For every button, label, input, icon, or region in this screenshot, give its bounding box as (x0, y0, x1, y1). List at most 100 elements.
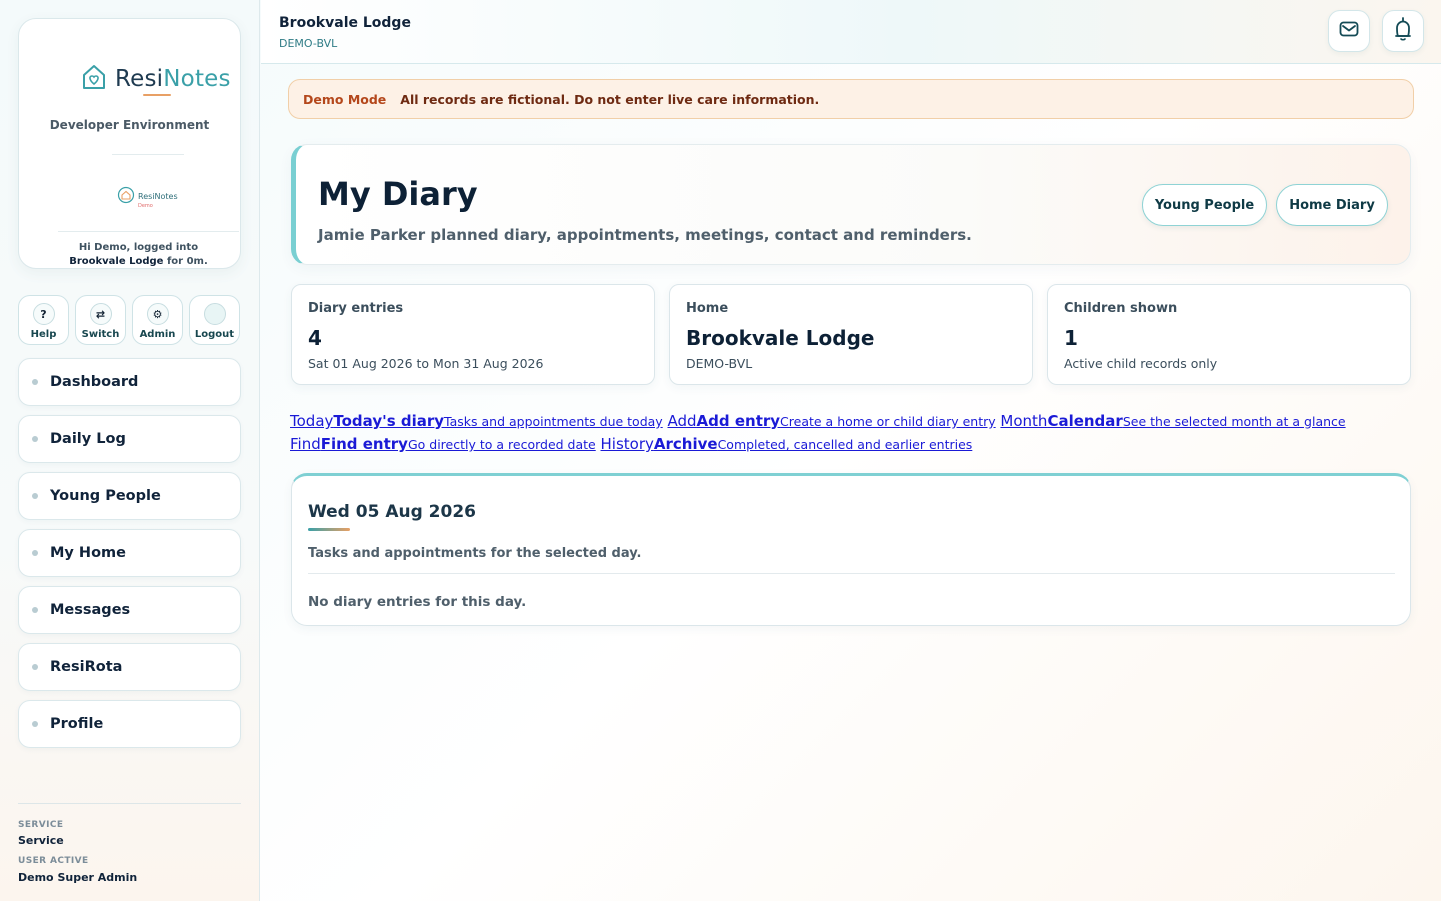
nav-item-profile[interactable]: Profile (18, 700, 241, 748)
topbar: Brookvale Lodge DEMO-BVL (261, 0, 1441, 64)
stat-value: Brookvale Lodge (686, 326, 875, 350)
login-suffix: for 0m. (163, 256, 208, 267)
bullet-icon (32, 379, 38, 385)
messages-button[interactable] (1328, 10, 1370, 52)
quick-actions: ? Help ⇄ Switch ⚙ Admin Logout (18, 295, 240, 345)
stat-note: Active child records only (1064, 356, 1218, 371)
nav-item-label: ResiRota (50, 659, 123, 675)
selected-day-title: Wed 05 Aug 2026 (308, 502, 476, 522)
link-desc: Completed, cancelled and earlier entries (717, 437, 973, 452)
link-desc: Create a home or child diary entry (780, 414, 996, 429)
brand-card: ResiNotes Developer Environment ResiNote… (18, 18, 241, 269)
link-calendar[interactable]: MonthCalendarSee the selected month at a… (1000, 412, 1345, 430)
nav-item-young-people[interactable]: Young People (18, 472, 241, 520)
brand-name: ResiNotes (115, 66, 231, 92)
bullet-icon (32, 493, 38, 499)
divider (18, 803, 241, 804)
login-status: Hi Demo, logged into Brookvale Lodge for… (59, 241, 218, 269)
brand-name-part1: Resi (115, 66, 164, 92)
link-word: Add (667, 412, 697, 430)
mail-icon (1339, 21, 1359, 41)
nav-item-daily-log[interactable]: Daily Log (18, 415, 241, 463)
stat-card-home: Home Brookvale Lodge DEMO-BVL (669, 284, 1033, 385)
divider (58, 231, 239, 232)
stat-card-children-shown: Children shown 1 Active child records on… (1047, 284, 1411, 385)
link-desc: See the selected month at a glance (1122, 414, 1346, 429)
link-today[interactable]: TodayToday's diaryTasks and appointments… (290, 412, 663, 430)
nav-item-label: My Home (50, 545, 126, 561)
bullet-icon (32, 550, 38, 556)
switch-icon: ⇄ (89, 303, 112, 325)
help-button[interactable]: ? Help (18, 295, 69, 345)
link-desc: Go directly to a recorded date (407, 437, 596, 452)
stat-value: 1 (1064, 326, 1078, 350)
stat-caption: Home (686, 301, 729, 316)
nav-item-label: Messages (50, 602, 131, 618)
nav-item-label: Dashboard (50, 374, 139, 390)
title-underline (308, 528, 350, 531)
link-desc: Tasks and appointments due today (444, 414, 663, 429)
home-title: Brookvale Lodge (279, 15, 411, 31)
stat-value: 4 (308, 326, 322, 350)
user-active-caption: USER ACTIVE (18, 856, 89, 866)
brand-underline (143, 94, 171, 96)
link-title: Today's diary (333, 412, 445, 430)
link-title: Archive (653, 435, 718, 453)
link-title: Add entry (696, 412, 781, 430)
bullet-icon (32, 436, 38, 442)
logout-icon (203, 303, 226, 325)
login-prefix: Hi Demo, logged into (78, 242, 199, 253)
link-word: Find (290, 435, 321, 453)
nav-item-label: Young People (50, 488, 161, 504)
gear-icon: ⚙ (146, 303, 169, 325)
selected-day-subtitle: Tasks and appointments for the selected … (308, 546, 642, 561)
stat-card-diary-entries: Diary entries 4 Sat 01 Aug 2026 to Mon 3… (291, 284, 655, 385)
demo-mode-banner: Demo Mode All records are fictional. Do … (288, 79, 1414, 119)
bell-icon (1394, 16, 1412, 46)
environment-label: Developer Environment (49, 118, 210, 132)
selected-day-panel: Wed 05 Aug 2026 Tasks and appointments f… (291, 473, 1411, 626)
link-word: Today (290, 412, 334, 430)
sidebar: ResiNotes Developer Environment ResiNote… (0, 0, 260, 901)
service-value: Service (18, 834, 64, 847)
young-people-button[interactable]: Young People (1142, 184, 1267, 226)
page-subtitle: Jamie Parker planned diary, appointments… (318, 226, 972, 244)
brand-logo[interactable]: ResiNotes (81, 63, 231, 95)
link-word: Month (1000, 412, 1048, 430)
nav-item-resirota[interactable]: ResiRota (18, 643, 241, 691)
mini-logo-sub: Demo (138, 203, 153, 209)
notifications-button[interactable] (1382, 10, 1424, 52)
empty-state-message: No diary entries for this day. (308, 594, 527, 610)
link-find-entry[interactable]: FindFind entryGo directly to a recorded … (290, 435, 596, 453)
logout-label: Logout (194, 329, 235, 340)
nav-item-messages[interactable]: Messages (18, 586, 241, 634)
switch-button[interactable]: ⇄ Switch (75, 295, 126, 345)
bullet-icon (32, 721, 38, 727)
user-active-value: Demo Super Admin (18, 871, 138, 884)
stat-caption: Diary entries (308, 301, 404, 316)
nav-item-dashboard[interactable]: Dashboard (18, 358, 241, 406)
admin-label: Admin (139, 329, 176, 340)
main-nav: Dashboard Daily Log Young People My Home… (18, 358, 241, 757)
link-archive[interactable]: HistoryArchiveCompleted, cancelled and e… (601, 435, 973, 453)
help-icon: ? (32, 303, 55, 325)
divider (112, 154, 184, 155)
mini-house-icon (117, 186, 135, 208)
stat-note: DEMO-BVL (686, 356, 753, 371)
stat-note: Sat 01 Aug 2026 to Mon 31 Aug 2026 (308, 356, 544, 371)
nav-item-my-home[interactable]: My Home (18, 529, 241, 577)
logout-button[interactable]: Logout (189, 295, 240, 345)
switch-label: Switch (81, 329, 120, 340)
login-home: Brookvale Lodge (69, 256, 164, 267)
link-word: History (600, 435, 654, 453)
demo-mode-message: All records are fictional. Do not enter … (400, 91, 820, 107)
nav-item-label: Profile (50, 716, 104, 732)
nav-item-label: Daily Log (50, 431, 126, 447)
home-code: DEMO-BVL (279, 37, 338, 50)
home-diary-button[interactable]: Home Diary (1276, 184, 1388, 226)
divider (308, 573, 1395, 574)
admin-button[interactable]: ⚙ Admin (132, 295, 183, 345)
page-title: My Diary (318, 175, 478, 213)
link-add-entry[interactable]: AddAdd entryCreate a home or child diary… (667, 412, 995, 430)
service-caption: SERVICE (18, 820, 64, 830)
